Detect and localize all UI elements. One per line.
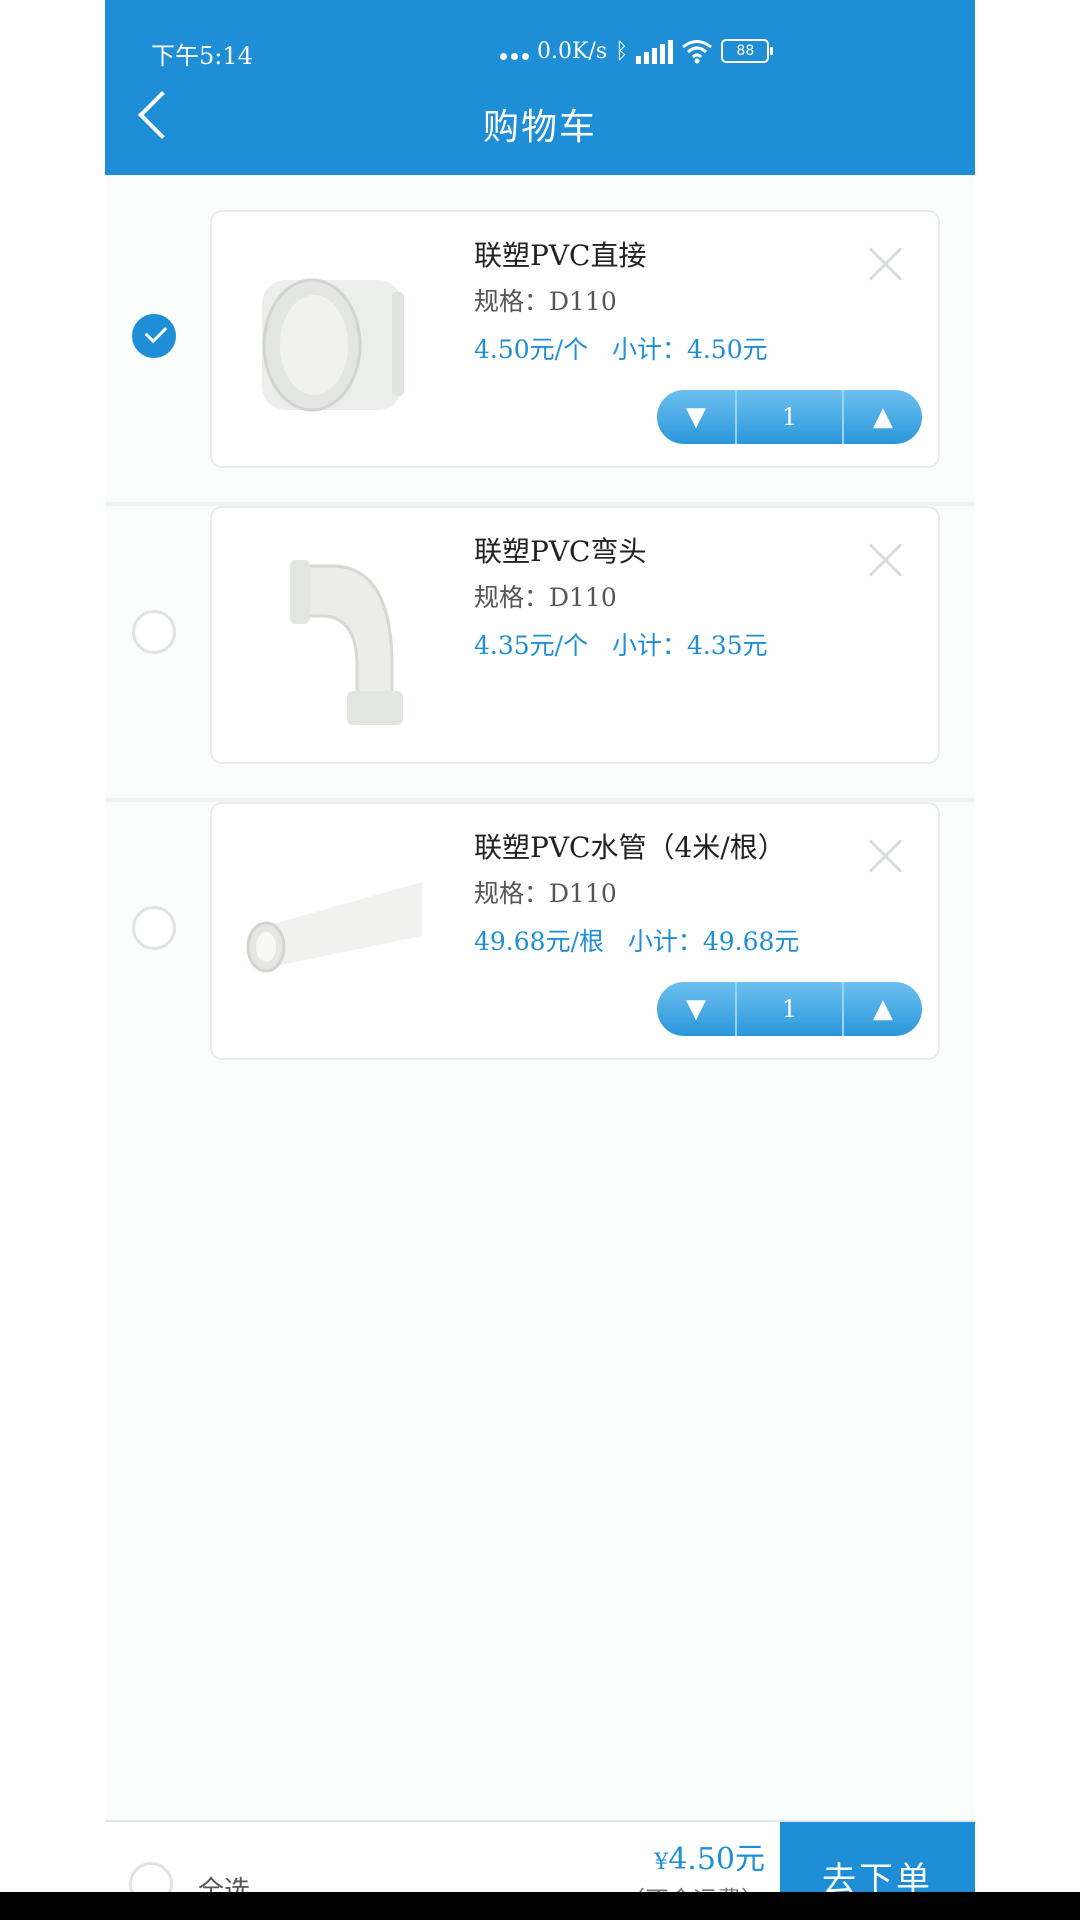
item-checkbox[interactable] [132,906,176,950]
increase-button[interactable]: ▲ [844,982,922,1036]
status-time: 下午5:14 [151,42,253,70]
status-icons: 0.0K/s ᛒ 88 [500,34,774,68]
product-spec: 规格：D110 [474,879,617,908]
quantity-value[interactable]: 1 [735,982,844,1036]
product-card[interactable]: 联塑PVC直接 规格：D110 4.50元/个 小计：4.50元 ▼ 1 ▲ [210,210,940,468]
product-name: 联塑PVC水管（4米/根） [474,831,786,864]
total-price: ¥4.50元 [654,1834,765,1878]
cart-item: 联塑PVC水管（4米/根） 规格：D110 49.68元/根 小计：49.68元… [105,782,975,1072]
cart-item: 联塑PVC弯头 规格：D110 4.35元/个 小计：4.35元 [105,486,975,776]
product-name: 联塑PVC直接 [474,239,647,272]
quantity-value[interactable]: 1 [735,390,844,444]
item-checkbox[interactable] [132,610,176,654]
increase-button[interactable]: ▲ [844,390,922,444]
signal-icon [636,38,674,64]
quantity-stepper: ▼ 1 ▲ [657,390,922,444]
currency-symbol: ¥ [654,1850,669,1875]
unit-price: 4.35元/个 [474,631,589,660]
pvc-pipe-image [246,882,422,973]
wifi-icon [682,40,713,64]
phone-screen: 下午5:14 0.0K/s ᛒ 88 购物车 联塑PVC直接 规格：D110 4… [105,0,975,1920]
system-nav-bar [0,1892,1080,1920]
pvc-elbow-image [290,560,403,725]
product-price: 4.50元/个 小计：4.50元 [474,330,768,366]
net-speed: 0.0K/s [537,38,608,64]
delete-x-icon[interactable] [868,542,904,578]
quantity-stepper: ▼ 1 ▲ [657,982,922,1036]
delete-x-icon[interactable] [868,246,904,282]
more-dots-icon [500,43,529,60]
decrease-button[interactable]: ▼ [657,390,735,444]
pvc-coupling-image [262,278,404,412]
delete-x-icon[interactable] [868,838,904,874]
unit-price: 4.50元/个 [474,335,589,364]
unit-price: 49.68元/根 [474,927,604,956]
decrease-button[interactable]: ▼ [657,982,735,1036]
product-spec: 规格：D110 [474,583,617,612]
subtotal: 小计：49.68元 [627,927,800,956]
product-price: 4.35元/个 小计：4.35元 [474,626,768,662]
product-card[interactable]: 联塑PVC弯头 规格：D110 4.35元/个 小计：4.35元 [210,506,940,764]
subtotal: 小计：4.35元 [611,631,768,660]
cart-item: 联塑PVC直接 规格：D110 4.50元/个 小计：4.50元 ▼ 1 ▲ [105,190,975,480]
product-card[interactable]: 联塑PVC水管（4米/根） 规格：D110 49.68元/根 小计：49.68元… [210,802,940,1060]
battery-icon: 88 [721,39,774,63]
app-header: 下午5:14 0.0K/s ᛒ 88 购物车 [105,0,975,175]
page-title: 购物车 [482,107,597,148]
product-spec: 规格：D110 [474,287,617,316]
item-checkbox-checked[interactable] [132,314,176,358]
subtotal: 小计：4.50元 [611,335,768,364]
product-price: 49.68元/根 小计：49.68元 [474,922,799,958]
bluetooth-icon: ᛒ [615,38,629,64]
product-name: 联塑PVC弯头 [474,535,647,568]
total-amount: 4.50元 [668,1842,765,1877]
